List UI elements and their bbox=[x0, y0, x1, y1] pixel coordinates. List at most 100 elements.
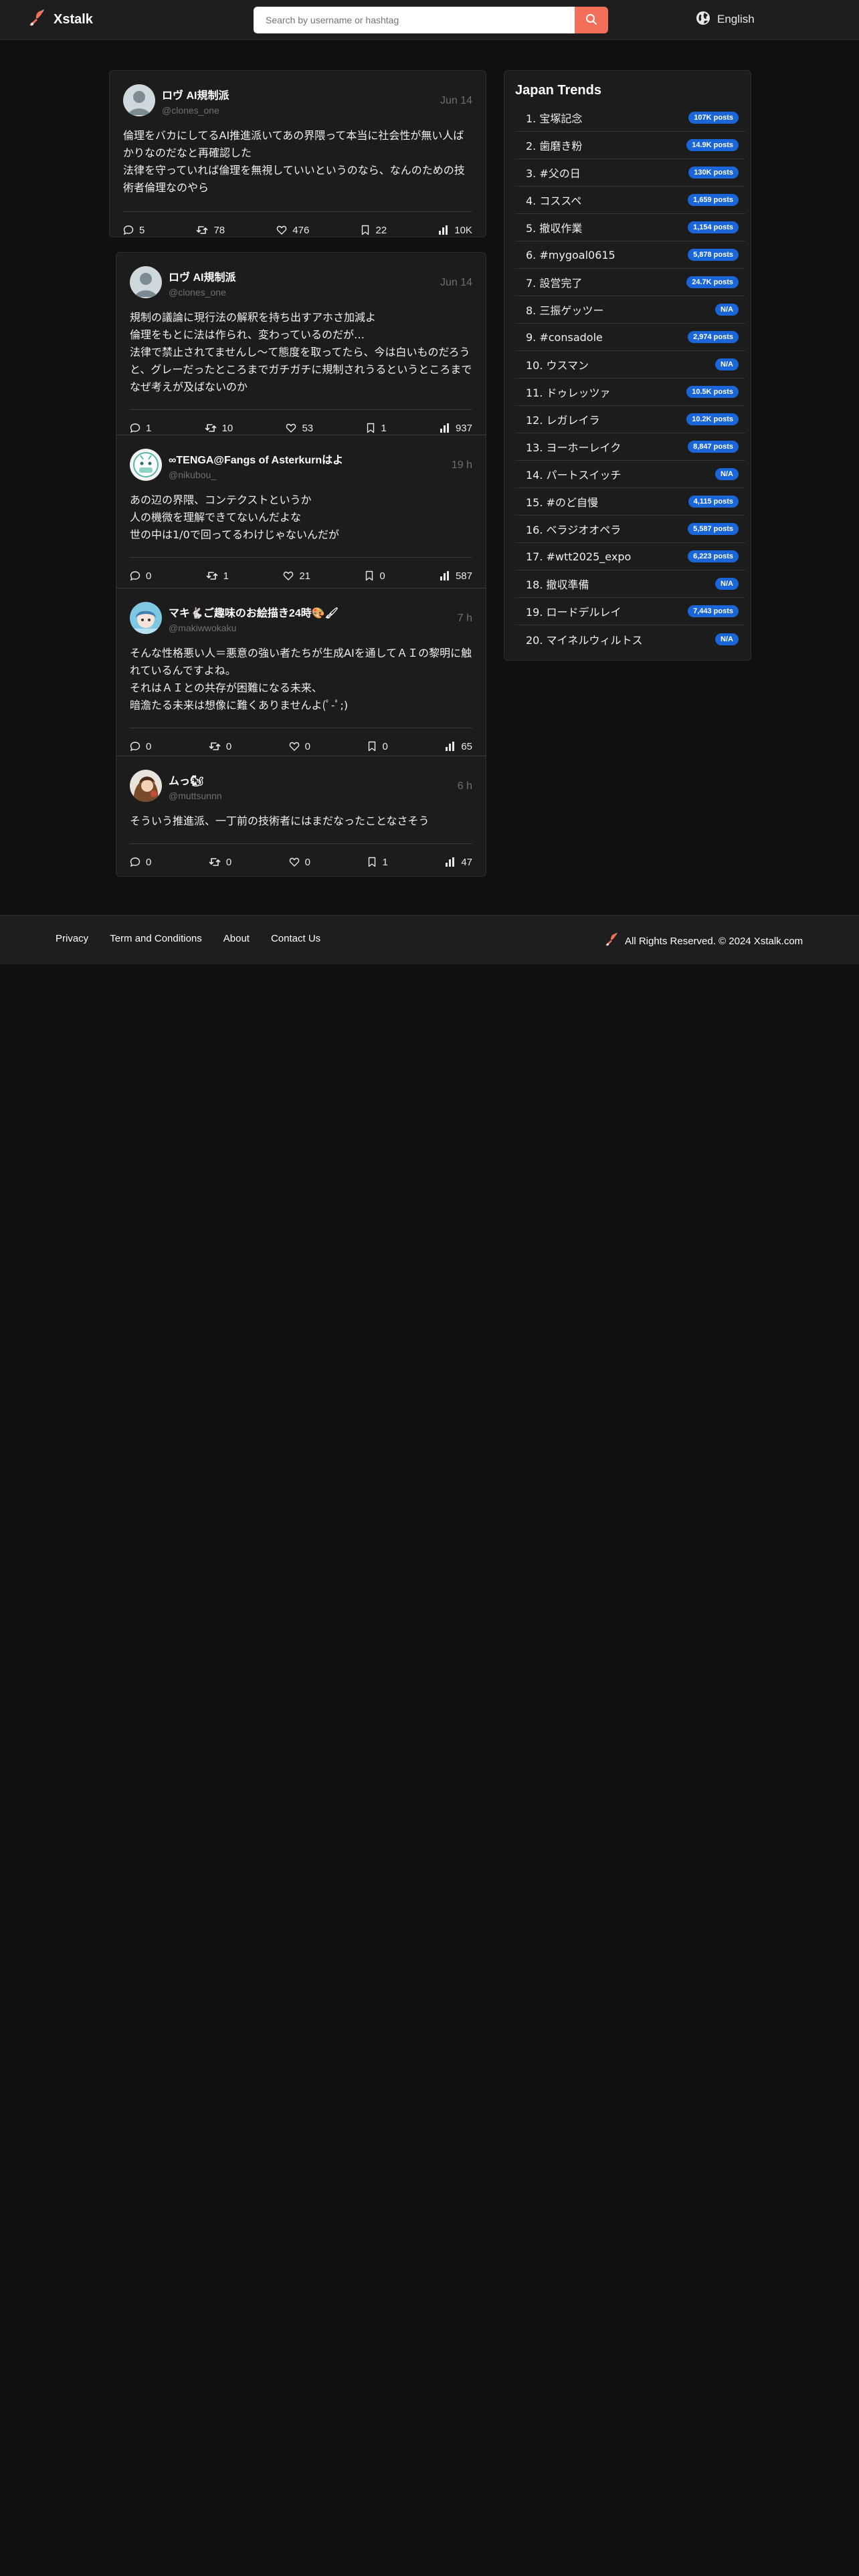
views-stat: 937 bbox=[440, 423, 472, 434]
copyright-text: All Rights Reserved. © 2024 Xstalk.com bbox=[625, 935, 803, 947]
top-navbar: Xstalk English bbox=[0, 0, 859, 40]
post-count-badge: 24.7K posts bbox=[686, 276, 739, 288]
post-time: Jun 14 bbox=[440, 277, 472, 288]
author-handle[interactable]: @clones_one bbox=[169, 287, 440, 298]
avatar[interactable] bbox=[130, 602, 162, 634]
trend-label: 6. #mygoal0615 bbox=[526, 248, 615, 261]
post-count-badge: 8,847 posts bbox=[688, 441, 739, 453]
trend-item[interactable]: 12. レガレイラ 10.2K posts bbox=[515, 406, 745, 433]
footer-link-terms[interactable]: Term and Conditions bbox=[110, 933, 202, 944]
trend-item[interactable]: 2. 歯磨き粉 14.9K posts bbox=[515, 132, 745, 159]
like-button[interactable]: 21 bbox=[283, 570, 310, 582]
author-handle[interactable]: @clones_one bbox=[162, 105, 440, 116]
bookmark-button[interactable]: 1 bbox=[367, 857, 388, 868]
footer-link-contact[interactable]: Contact Us bbox=[271, 933, 320, 944]
reply-button[interactable]: 0 bbox=[130, 741, 151, 752]
xstalk-logo-icon bbox=[603, 932, 619, 950]
reply-count: 5 bbox=[139, 224, 145, 236]
post-text: そういう推進派、一丁前の技術者にはまだなったことなさそう bbox=[130, 815, 430, 827]
repost-button[interactable]: 0 bbox=[209, 857, 231, 868]
author-handle[interactable]: @nikubou_ bbox=[169, 469, 452, 480]
post-time: 6 h bbox=[457, 780, 472, 792]
trend-item[interactable]: 18. 撤収準備 N/A bbox=[515, 570, 745, 598]
bookmark-button[interactable]: 0 bbox=[367, 740, 388, 752]
brand[interactable]: Xstalk bbox=[27, 8, 93, 31]
trend-item[interactable]: 13. ヨーホーレイク 8,847 posts bbox=[515, 433, 745, 461]
repost-button[interactable]: 0 bbox=[209, 741, 231, 752]
bookmark-button[interactable]: 22 bbox=[361, 225, 387, 236]
like-button[interactable]: 476 bbox=[276, 225, 309, 236]
repost-icon bbox=[206, 570, 218, 581]
post[interactable]: マキ🐇ご趣味のお絵描き24時🎨🖌 @makiwwokaku 7 h そんな性格悪… bbox=[116, 588, 486, 756]
trend-item[interactable]: 14. パートスイッチ N/A bbox=[515, 461, 745, 488]
trend-item[interactable]: 19. ロードデルレイ 7,443 posts bbox=[515, 598, 745, 625]
post-actions: 0 0 0 1 47 bbox=[130, 844, 472, 880]
post-count-badge: N/A bbox=[715, 633, 739, 645]
search-button[interactable] bbox=[575, 7, 608, 33]
footer: Privacy Term and Conditions About Contac… bbox=[0, 915, 859, 964]
trend-item[interactable]: 9. #consadole 2,974 posts bbox=[515, 324, 745, 351]
reply-count: 0 bbox=[146, 740, 152, 752]
bookmark-button[interactable]: 1 bbox=[366, 422, 387, 434]
trend-item[interactable]: 3. #父の日 130K posts bbox=[515, 159, 745, 187]
author-name[interactable]: マキ🐇ご趣味のお絵描き24時🎨🖌 bbox=[169, 604, 458, 620]
like-button[interactable]: 0 bbox=[289, 741, 310, 752]
post[interactable]: ロヴ AI規制派 @clones_one Jun 14 規制の議論に現行法の解釈… bbox=[116, 253, 486, 435]
author-name[interactable]: ∞TENGA@Fangs of Asterkurnはよ bbox=[169, 451, 452, 467]
avatar[interactable] bbox=[130, 266, 162, 298]
bookmark-count: 1 bbox=[381, 422, 387, 434]
reply-button[interactable]: 0 bbox=[130, 857, 151, 868]
post[interactable]: ムっ🐿 @muttsunnn 6 h そういう推進派、一丁前の技術者にはまだなっ… bbox=[116, 756, 486, 877]
bookmark-count: 0 bbox=[382, 740, 388, 752]
repost-count: 78 bbox=[213, 224, 225, 236]
author-name[interactable]: ロヴ AI規制派 bbox=[169, 268, 440, 284]
repost-button[interactable]: 10 bbox=[205, 423, 233, 434]
like-button[interactable]: 53 bbox=[286, 423, 313, 434]
search-input[interactable] bbox=[254, 7, 575, 33]
view-count: 65 bbox=[461, 740, 472, 752]
footer-link-about[interactable]: About bbox=[223, 933, 250, 944]
author-name[interactable]: ムっ🐿 bbox=[169, 772, 458, 788]
trend-item[interactable]: 1. 宝塚記念 107K posts bbox=[515, 104, 745, 132]
trend-item[interactable]: 10. ウスマン N/A bbox=[515, 351, 745, 379]
reply-button[interactable]: 1 bbox=[130, 423, 151, 434]
post[interactable]: ∞TENGA@Fangs of Asterkurnはよ @nikubou_ 19… bbox=[116, 435, 486, 588]
repost-button[interactable]: 1 bbox=[206, 570, 229, 582]
trend-item[interactable]: 17. #wtt2025_expo 6,223 posts bbox=[515, 543, 745, 570]
post[interactable]: ロヴ AI規制派 @clones_one Jun 14 倫理をバカにしてるAI推… bbox=[110, 71, 486, 248]
repost-count: 0 bbox=[225, 856, 232, 868]
like-button[interactable]: 0 bbox=[289, 857, 310, 868]
post-count-badge: 1,154 posts bbox=[688, 221, 739, 233]
repost-button[interactable]: 78 bbox=[196, 225, 225, 236]
author-name[interactable]: ロヴ AI規制派 bbox=[162, 86, 440, 102]
footer-link-privacy[interactable]: Privacy bbox=[56, 933, 88, 944]
post-count-badge: 10.2K posts bbox=[686, 413, 739, 425]
trend-item[interactable]: 7. 設営完了 24.7K posts bbox=[515, 269, 745, 296]
trend-item[interactable]: 11. ドゥレッツァ 10.5K posts bbox=[515, 379, 745, 406]
bookmark-count: 22 bbox=[375, 224, 387, 236]
trend-label: 14. パートスイッチ bbox=[526, 469, 622, 481]
trend-item[interactable]: 5. 撤収作業 1,154 posts bbox=[515, 214, 745, 241]
language-selector[interactable]: English bbox=[696, 11, 755, 28]
view-count: 587 bbox=[455, 570, 472, 582]
author-handle[interactable]: @muttsunnn bbox=[169, 790, 458, 801]
avatar[interactable] bbox=[130, 770, 162, 802]
post-count-badge: 5,587 posts bbox=[688, 523, 739, 535]
trend-item[interactable]: 16. ベラジオオペラ 5,587 posts bbox=[515, 516, 745, 543]
trend-item[interactable]: 4. コススペ 1,659 posts bbox=[515, 187, 745, 214]
avatar[interactable] bbox=[123, 84, 155, 116]
bar-chart-icon bbox=[438, 225, 449, 235]
bar-chart-icon bbox=[445, 857, 456, 867]
author-handle[interactable]: @makiwwokaku bbox=[169, 623, 458, 633]
trend-item[interactable]: 20. マイネルウィルトス N/A bbox=[515, 625, 745, 653]
reply-button[interactable]: 5 bbox=[123, 225, 145, 236]
trend-item[interactable]: 6. #mygoal0615 5,878 posts bbox=[515, 241, 745, 269]
trend-item[interactable]: 8. 三振ゲッツー N/A bbox=[515, 296, 745, 324]
post-count-badge: 7,443 posts bbox=[688, 605, 739, 617]
bookmark-button[interactable]: 0 bbox=[365, 570, 385, 582]
avatar[interactable] bbox=[130, 449, 162, 481]
trend-label: 5. 撤収作業 bbox=[526, 222, 583, 235]
trend-item[interactable]: 15. #のど自慢 4,115 posts bbox=[515, 488, 745, 516]
reply-button[interactable]: 0 bbox=[130, 570, 151, 582]
comment-icon bbox=[130, 741, 140, 752]
